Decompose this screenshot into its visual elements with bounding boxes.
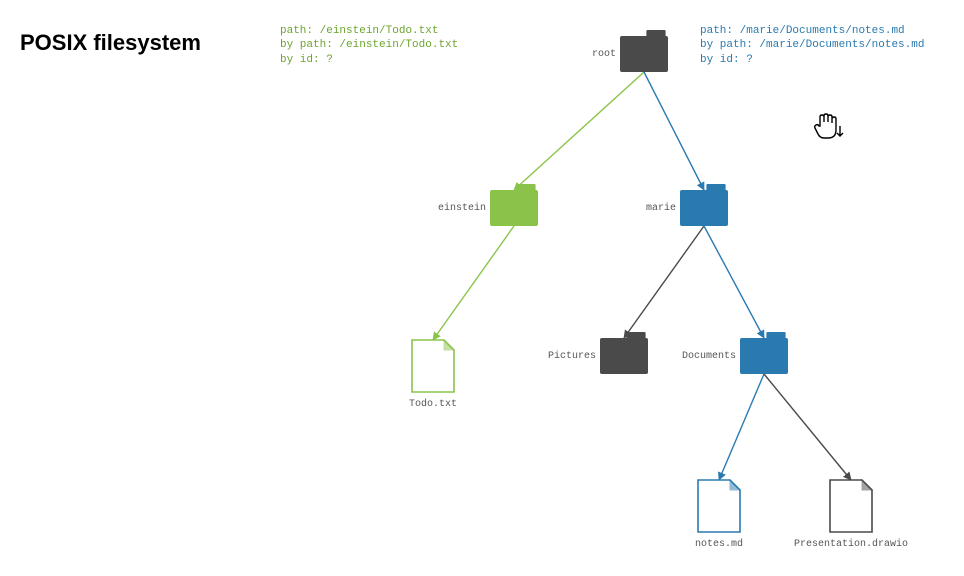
edge-einstein-todo <box>433 226 514 340</box>
node-label: Documents <box>682 351 736 362</box>
node-label: Pictures <box>548 350 596 362</box>
folder-icon <box>600 338 648 374</box>
folder-icon <box>620 36 668 72</box>
file-dogear-icon <box>730 480 740 490</box>
node-label: einstein <box>438 202 486 214</box>
edge-documents-notes <box>719 374 764 480</box>
node-documents: Documents <box>682 332 788 374</box>
node-label: Todo.txt <box>409 398 457 410</box>
edge-marie-documents <box>704 226 764 338</box>
node-notes: notes.md <box>695 480 743 550</box>
node-todo: Todo.txt <box>409 340 457 410</box>
folder-icon <box>740 338 788 374</box>
node-label: marie <box>646 202 676 214</box>
file-dogear-icon <box>444 340 454 350</box>
hand-cursor-icon <box>810 110 844 149</box>
node-root: root <box>592 30 668 72</box>
node-pictures: Pictures <box>548 332 648 374</box>
node-marie: marie <box>646 184 728 226</box>
node-einstein: einstein <box>438 184 538 226</box>
edge-documents-present <box>764 374 851 480</box>
file-dogear-icon <box>862 480 872 490</box>
node-label: Presentation.drawio <box>794 538 908 550</box>
node-present: Presentation.drawio <box>794 480 908 550</box>
edge-marie-pictures <box>624 226 704 338</box>
folder-icon <box>490 190 538 226</box>
folder-icon <box>680 190 728 226</box>
filesystem-tree-diagram: root einstein marie Todo.txt Pictures Documen… <box>0 0 964 576</box>
node-label: root <box>592 49 616 60</box>
edge-root-marie <box>644 72 704 190</box>
node-label: notes.md <box>695 538 743 550</box>
edge-root-einstein <box>514 72 644 190</box>
